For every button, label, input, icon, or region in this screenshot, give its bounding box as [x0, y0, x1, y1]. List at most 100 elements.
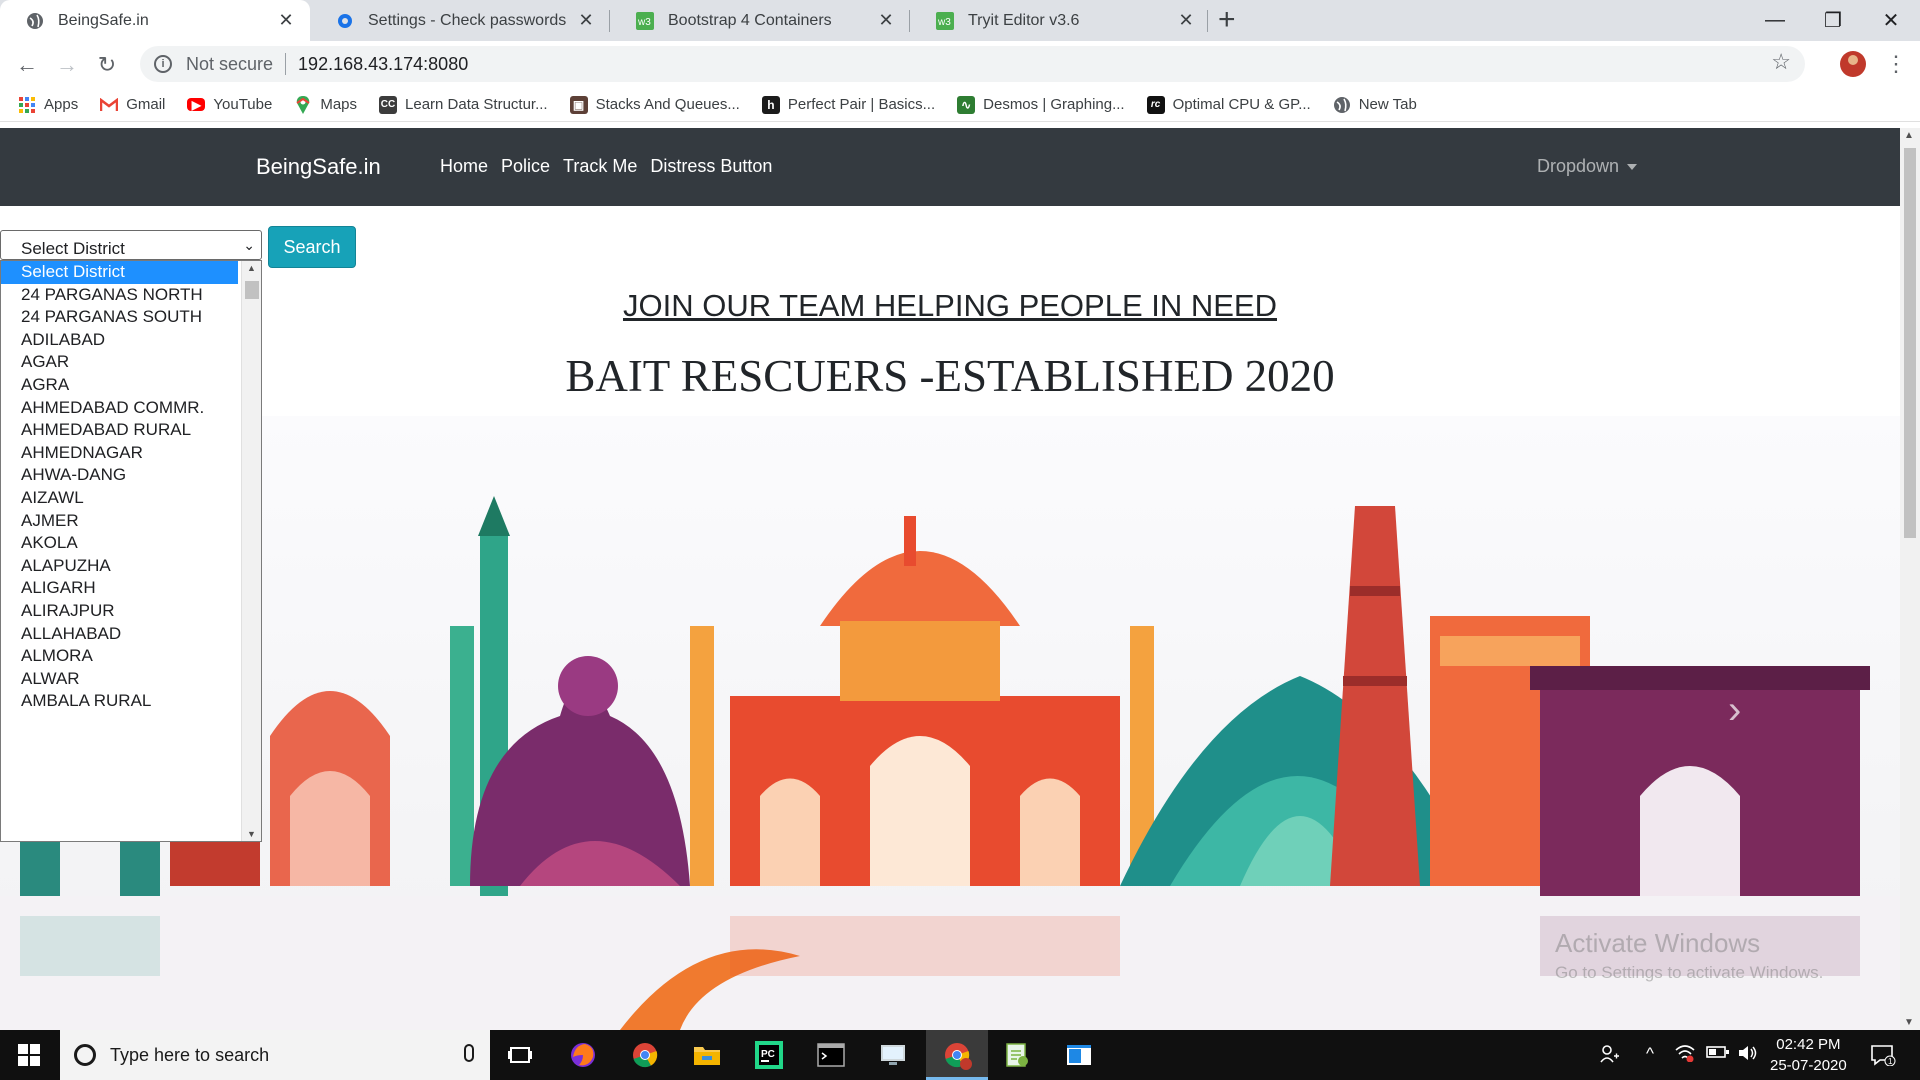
- page-scrollbar[interactable]: ▲ ▼: [1900, 128, 1920, 1030]
- menu-kebab-icon[interactable]: ⋮: [1885, 49, 1907, 79]
- district-option[interactable]: Select District: [1, 261, 238, 284]
- bookmark-maps[interactable]: Maps: [294, 95, 357, 114]
- nav-dropdown[interactable]: Dropdown: [1537, 156, 1638, 177]
- close-icon[interactable]: ✕: [876, 10, 896, 31]
- close-window-button[interactable]: ✕: [1862, 0, 1920, 41]
- district-option[interactable]: AHWA-DANG: [1, 464, 261, 487]
- nav-link-distress-button[interactable]: Distress Button: [650, 156, 772, 177]
- scroll-thumb[interactable]: [245, 281, 259, 299]
- reload-icon[interactable]: ↻: [92, 50, 122, 80]
- notepad-plus-icon[interactable]: [1000, 1038, 1034, 1072]
- scroll-down-icon[interactable]: ▼: [247, 829, 256, 839]
- district-option[interactable]: AGAR: [1, 351, 261, 374]
- people-icon[interactable]: [1600, 1044, 1620, 1069]
- terminal-icon[interactable]: [814, 1038, 848, 1072]
- district-option[interactable]: AJMER: [1, 510, 261, 533]
- scroll-down-icon[interactable]: ▼: [1904, 1017, 1914, 1028]
- chrome-icon[interactable]: [628, 1038, 662, 1072]
- chevron-up-icon[interactable]: ^: [1646, 1044, 1654, 1064]
- activate-windows-watermark: Activate Windows Go to Settings to activ…: [1555, 928, 1823, 983]
- district-option[interactable]: AKOLA: [1, 532, 261, 555]
- dropdown-label: Dropdown: [1537, 156, 1620, 176]
- action-center-icon[interactable]: 1: [1870, 1044, 1896, 1071]
- tab-settings[interactable]: Settings - Check passwords ✕: [310, 0, 610, 41]
- pycharm-icon[interactable]: PC: [752, 1038, 786, 1072]
- district-option[interactable]: AHMEDNAGAR: [1, 442, 261, 465]
- scroll-thumb[interactable]: [1904, 148, 1916, 538]
- district-option[interactable]: AIZAWL: [1, 487, 261, 510]
- url-text[interactable]: 192.168.43.174:8080: [298, 54, 468, 75]
- district-option[interactable]: 24 PARGANAS SOUTH: [1, 306, 261, 329]
- bookmark-desmos[interactable]: ∿ Desmos | Graphing...: [957, 95, 1125, 114]
- taskbar-clock[interactable]: 02:42 PM 25-07-2020: [1770, 1034, 1847, 1076]
- info-icon[interactable]: i: [154, 55, 172, 73]
- tab-title: Tryit Editor v3.6: [968, 11, 1080, 29]
- district-option[interactable]: ALMORA: [1, 645, 261, 668]
- district-option[interactable]: AHMEDABAD RURAL: [1, 419, 261, 442]
- microphone-icon[interactable]: [464, 1044, 474, 1062]
- nav-link-home[interactable]: Home: [440, 156, 488, 177]
- window-app-icon[interactable]: [1062, 1038, 1096, 1072]
- chrome-profile-icon[interactable]: [940, 1038, 974, 1072]
- nav-link-police[interactable]: Police: [501, 156, 550, 177]
- district-option[interactable]: ALIRAJPUR: [1, 600, 261, 623]
- bookmark-gmail[interactable]: Gmail: [100, 96, 165, 114]
- forward-arrow-icon[interactable]: →: [52, 50, 82, 80]
- district-options-list[interactable]: Select District 24 PARGANAS NORTH 24 PARGA…: [0, 260, 262, 842]
- tab-beingsafe[interactable]: BeingSafe.in ✕: [0, 0, 310, 41]
- scroll-up-icon[interactable]: ▲: [247, 263, 256, 273]
- firefox-icon[interactable]: [566, 1038, 600, 1072]
- profile-avatar[interactable]: [1840, 51, 1866, 77]
- close-icon[interactable]: ✕: [1176, 10, 1196, 31]
- taskbar-search-placeholder: Type here to search: [110, 1044, 270, 1065]
- bookmark-new-tab[interactable]: New Tab: [1333, 96, 1417, 114]
- globe-icon: [26, 12, 44, 30]
- tab-title: Bootstrap 4 Containers: [668, 11, 832, 29]
- district-option[interactable]: ALAPUZHA: [1, 555, 261, 578]
- battery-icon[interactable]: [1706, 1044, 1730, 1064]
- close-icon[interactable]: ✕: [576, 10, 596, 31]
- nav-link-track-me[interactable]: Track Me: [563, 156, 637, 177]
- district-option[interactable]: ALWAR: [1, 668, 261, 691]
- scroll-up-icon[interactable]: ▲: [1904, 130, 1914, 141]
- apps-grid-icon: [18, 96, 36, 114]
- windows-start-icon[interactable]: [0, 1030, 58, 1080]
- task-view-icon[interactable]: [503, 1038, 537, 1072]
- taskbar-search-box[interactable]: Type here to search: [60, 1030, 490, 1080]
- remote-desktop-icon[interactable]: [876, 1038, 910, 1072]
- district-option[interactable]: ADILABAD: [1, 329, 261, 352]
- restore-button[interactable]: ❐: [1804, 0, 1862, 41]
- minimize-button[interactable]: —: [1746, 0, 1804, 41]
- site-brand[interactable]: BeingSafe.in: [256, 154, 381, 180]
- district-option[interactable]: AMBALA RURAL: [1, 690, 261, 713]
- district-option[interactable]: ALIGARH: [1, 577, 261, 600]
- district-select[interactable]: Select District ⌄: [0, 230, 262, 260]
- new-tab-button[interactable]: +: [1218, 4, 1236, 36]
- cortana-icon: [74, 1044, 96, 1066]
- carousel-next-icon[interactable]: ›: [1728, 688, 1741, 733]
- bookmark-youtube[interactable]: ▶ YouTube: [187, 96, 272, 113]
- network-icon[interactable]: [1674, 1044, 1696, 1067]
- bookmark-apps[interactable]: Apps: [18, 96, 78, 114]
- bookmark-star-icon[interactable]: ☆: [1771, 49, 1791, 75]
- district-option[interactable]: 24 PARGANAS NORTH: [1, 284, 261, 307]
- bookmark-perfect-pair[interactable]: h Perfect Pair | Basics...: [761, 95, 935, 114]
- close-icon[interactable]: ✕: [276, 10, 296, 31]
- district-option[interactable]: ALLAHABAD: [1, 623, 261, 646]
- search-button[interactable]: Search: [268, 226, 356, 268]
- tab-bootstrap-containers[interactable]: w3 Bootstrap 4 Containers ✕: [610, 0, 910, 41]
- district-option[interactable]: AGRA: [1, 374, 261, 397]
- bookmark-optimal-cpu[interactable]: rc Optimal CPU & GP...: [1146, 95, 1311, 114]
- windows-taskbar: Type here to search PC ^ 02:42 PM 25-07-…: [0, 1030, 1920, 1080]
- district-option[interactable]: AHMEDABAD COMMR.: [1, 397, 261, 420]
- volume-icon[interactable]: [1737, 1044, 1759, 1067]
- listbox-scrollbar[interactable]: ▲ ▼: [241, 261, 261, 841]
- tab-tryit-editor[interactable]: w3 Tryit Editor v3.6 ✕: [910, 0, 1210, 41]
- join-team-heading[interactable]: JOIN OUR TEAM HELPING PEOPLE IN NEED: [0, 288, 1900, 324]
- address-bar[interactable]: i Not secure 192.168.43.174:8080 ☆: [140, 46, 1805, 82]
- w3schools-icon: w3: [936, 11, 954, 30]
- bookmark-stacks-queues[interactable]: ▣ Stacks And Queues...: [569, 95, 740, 114]
- bookmark-learn-data-structures[interactable]: CC Learn Data Structur...: [379, 95, 548, 114]
- back-arrow-icon[interactable]: ←: [12, 50, 42, 80]
- file-explorer-icon[interactable]: [690, 1038, 724, 1072]
